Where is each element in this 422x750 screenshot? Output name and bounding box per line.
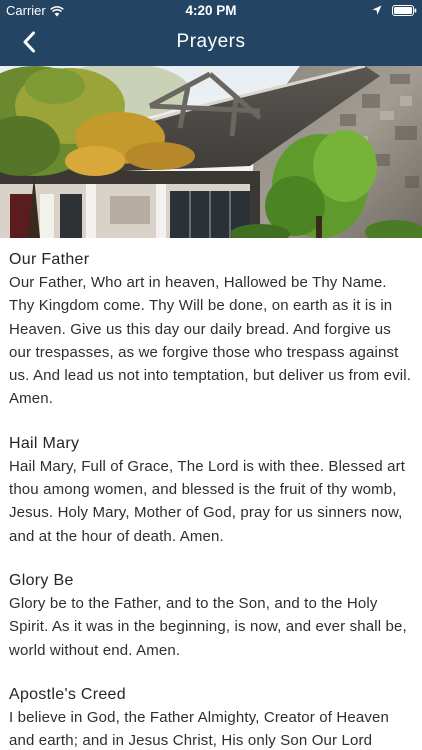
prayer-title: Our Father bbox=[9, 251, 90, 268]
status-bar: Carrier 4:20 PM bbox=[0, 0, 422, 22]
prayer-item: Glory Be Glory be to the Father, and to … bbox=[9, 569, 413, 662]
church-building-photo bbox=[0, 66, 422, 238]
header: Carrier 4:20 PM Prayers bbox=[0, 0, 422, 66]
prayer-text: Glory be to the Father, and to the Son, … bbox=[9, 594, 407, 659]
prayer-text: Our Father, Who art in heaven, Hallowed … bbox=[9, 274, 412, 408]
prayers-screen: Carrier 4:20 PM Prayers Our Father Our F… bbox=[0, 0, 422, 750]
status-time: 4:20 PM bbox=[185, 3, 237, 18]
prayer-text: I believe in God, the Father Almighty, C… bbox=[9, 708, 389, 750]
prayer-item: Apostle's Creed I believe in God, the Fa… bbox=[9, 683, 413, 750]
nav-bar: Prayers bbox=[0, 22, 422, 66]
location-icon bbox=[372, 4, 382, 15]
battery-icon bbox=[392, 4, 417, 16]
prayer-text: Hail Mary, Full of Grace, The Lord is wi… bbox=[9, 457, 406, 545]
prayer-item: Our Father Our Father, Who art in heaven… bbox=[9, 248, 413, 411]
prayer-title: Apostle's Creed bbox=[9, 685, 126, 703]
status-indicators bbox=[372, 4, 417, 16]
page-title: Prayers bbox=[176, 31, 246, 52]
prayer-title: Hail Mary bbox=[9, 434, 80, 452]
hero-image bbox=[0, 66, 422, 238]
prayer-item: Hail Mary Hail Mary, Full of Grace, The … bbox=[9, 432, 413, 548]
prayers-list: Our Father Our Father, Who art in heaven… bbox=[0, 238, 422, 750]
prayer-title: Glory Be bbox=[9, 571, 74, 589]
